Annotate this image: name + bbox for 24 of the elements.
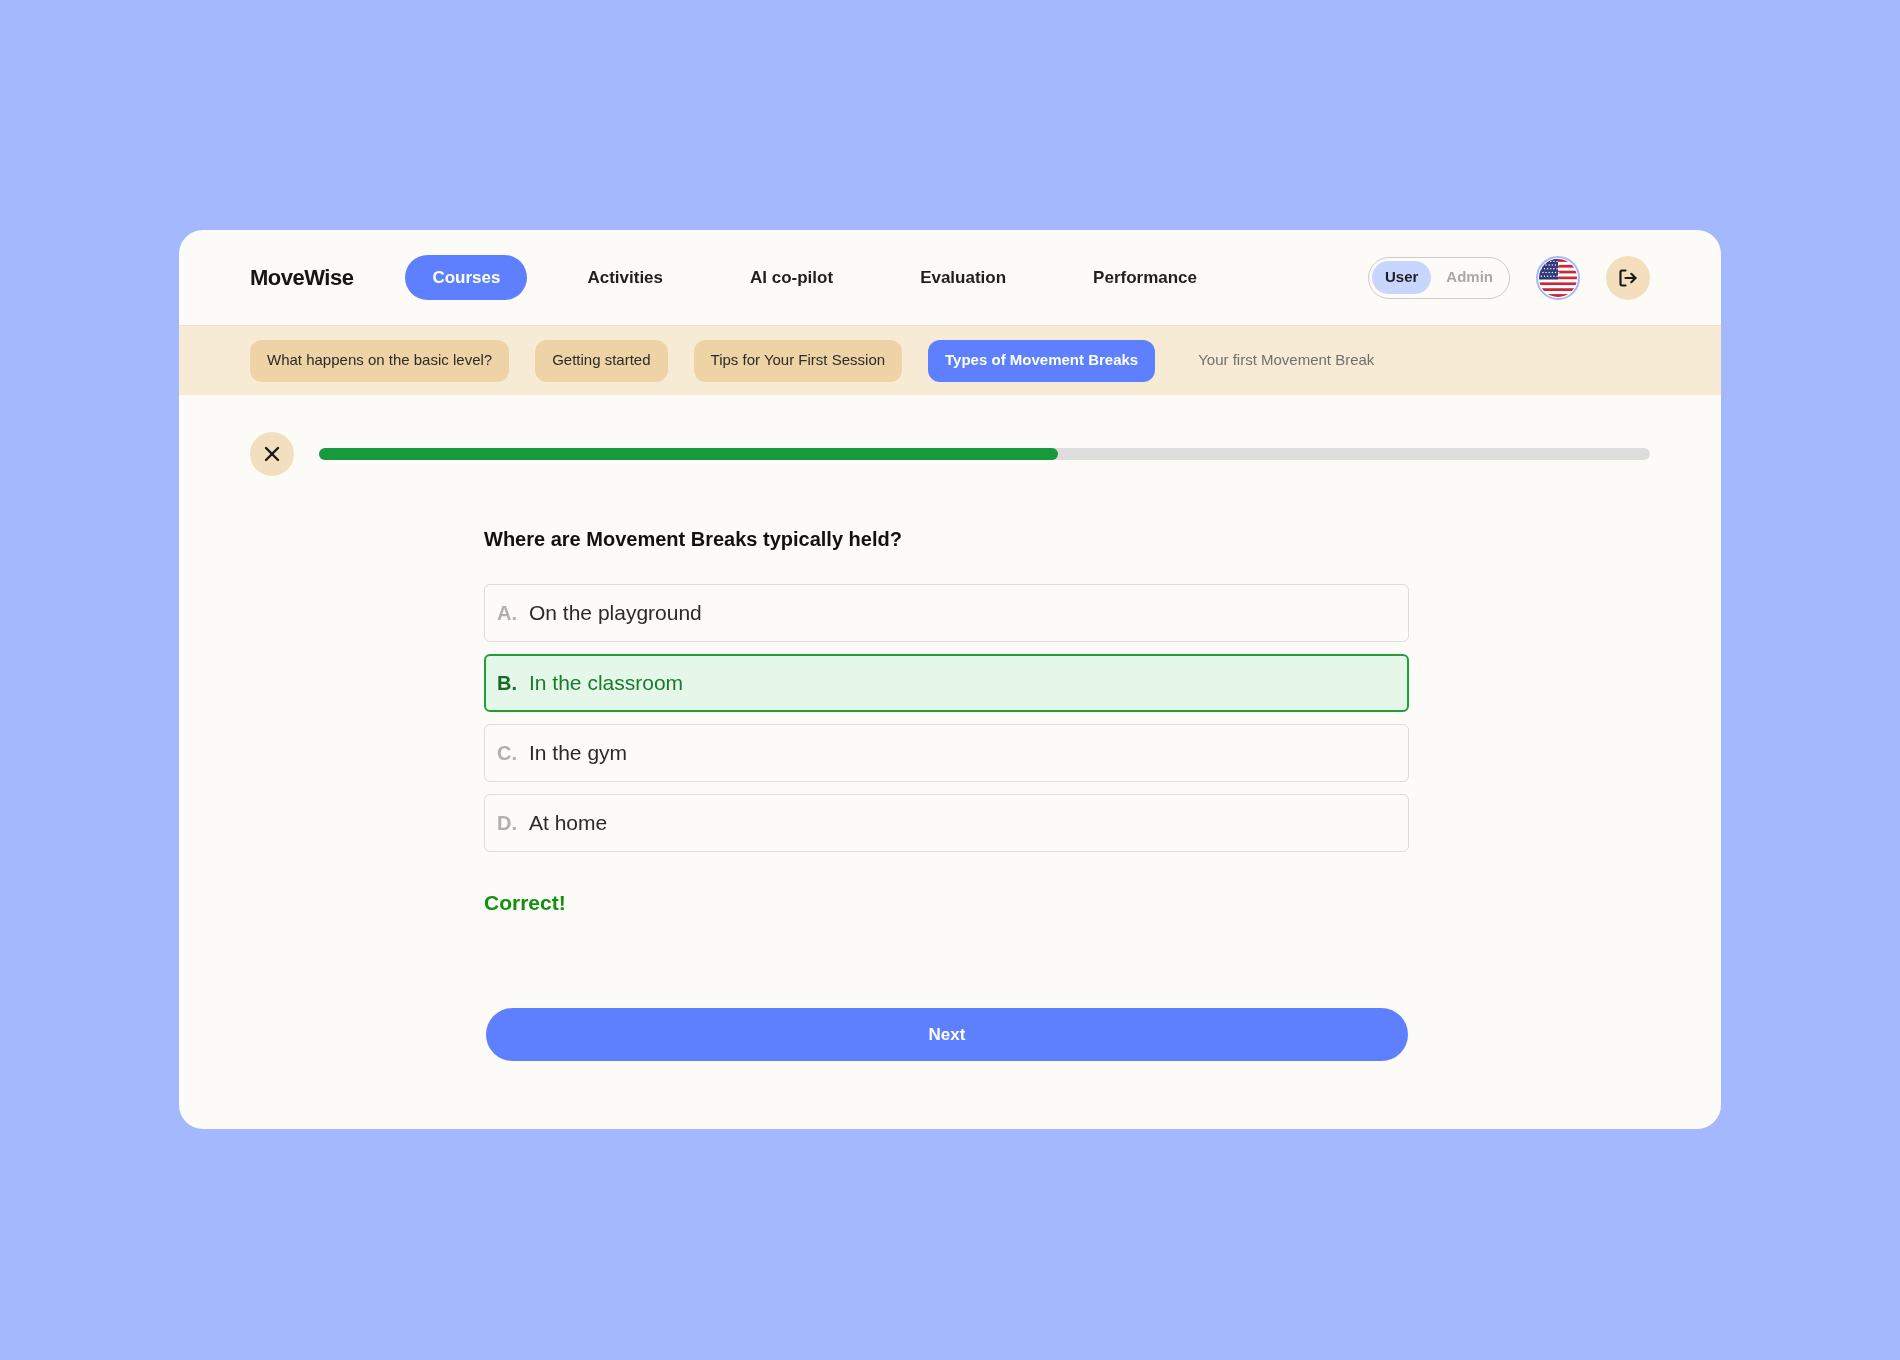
nav-tab[interactable]: Evaluation bbox=[893, 255, 1034, 300]
language-button[interactable] bbox=[1536, 255, 1580, 300]
next-button[interactable]: Next bbox=[486, 1008, 1408, 1061]
answer-option[interactable]: D. At home bbox=[484, 794, 1409, 852]
brand-logo: MoveWise bbox=[250, 264, 354, 292]
nav-tab[interactable]: Performance bbox=[1066, 255, 1225, 300]
answer-option[interactable]: B. In the classroom bbox=[484, 654, 1409, 712]
nav-tab[interactable]: Activities bbox=[560, 255, 690, 300]
lesson-tab[interactable]: Types of Movement Breaks bbox=[928, 339, 1156, 382]
role-option[interactable]: User bbox=[1371, 261, 1432, 294]
answer-option[interactable]: C. In the gym bbox=[484, 724, 1409, 782]
feedback-text: Correct! bbox=[484, 890, 567, 916]
answer-option[interactable]: A. On the playground bbox=[484, 584, 1409, 642]
lesson-tab[interactable]: What happens on the basic level? bbox=[250, 339, 510, 382]
lesson-tab[interactable]: Your first Movement Break bbox=[1181, 339, 1392, 382]
logout-button[interactable] bbox=[1606, 255, 1650, 300]
flag-icon bbox=[1539, 258, 1577, 297]
logout-icon bbox=[1618, 267, 1638, 288]
nav-tab[interactable]: AI co-pilot bbox=[723, 255, 861, 300]
lesson-tab[interactable]: Tips for Your First Session bbox=[693, 339, 903, 382]
lesson-tab[interactable]: Getting started bbox=[535, 339, 668, 382]
nav-tab[interactable]: Courses bbox=[405, 255, 528, 300]
close-button[interactable] bbox=[250, 432, 294, 476]
question-text: Where are Movement Breaks typically held? bbox=[484, 527, 903, 552]
